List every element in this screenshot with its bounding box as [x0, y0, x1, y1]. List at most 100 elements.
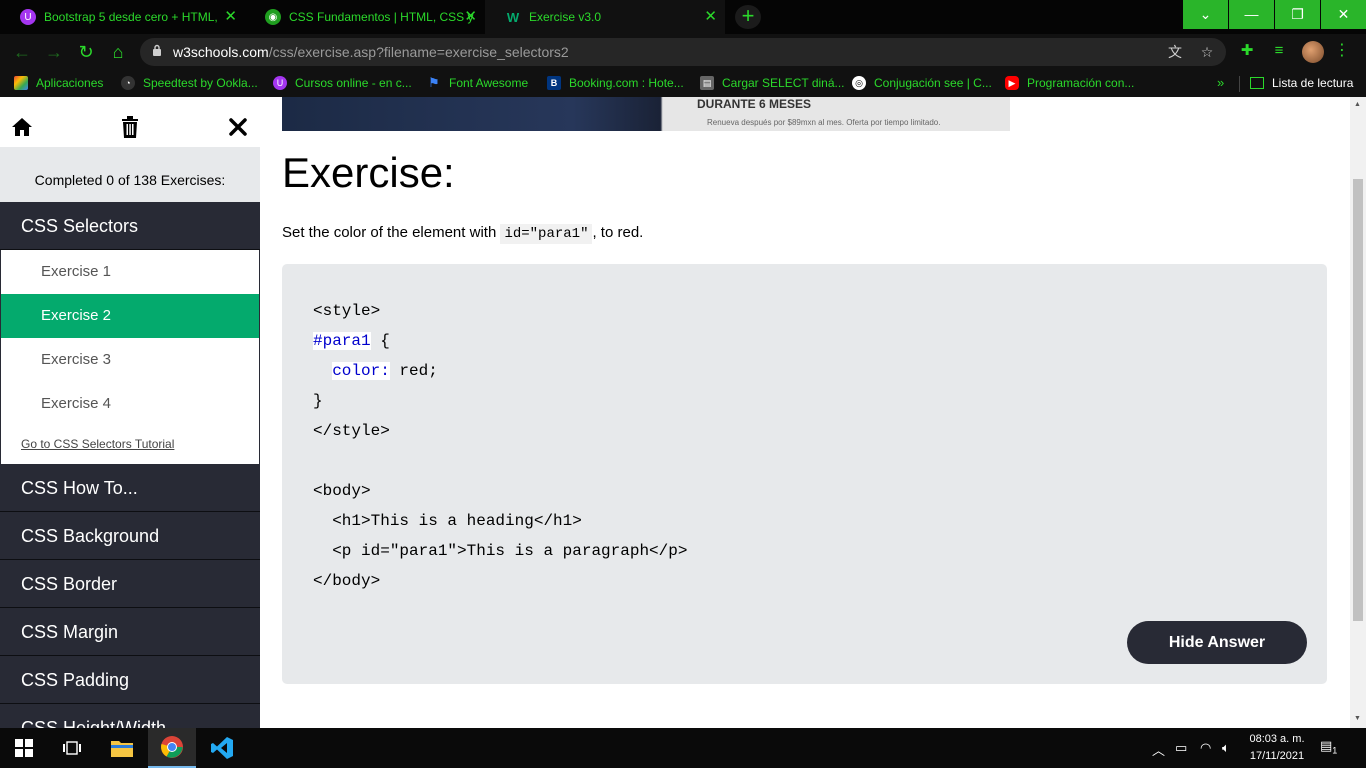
scroll-down-icon[interactable]: ▼ [1354, 715, 1361, 722]
bookmark-label: Booking.com : Hote... [569, 76, 684, 90]
tab-title: Exercise v3.0 [529, 10, 602, 24]
exercise-description: Set the color of the element with id="pa… [282, 224, 644, 244]
bookmark-speedtest[interactable]: ◔ Speedtest by Ookla... [121, 76, 258, 90]
show-hidden-icons-icon[interactable]: ︿ [1152, 740, 1165, 759]
code-line: </body> [313, 572, 381, 590]
minimize-button[interactable]: — [1229, 0, 1274, 29]
address-bar[interactable]: w3schools.com/css/exercise.asp?filename=… [140, 38, 1226, 66]
browser-toolbar: ← → ↻ ⌂ w3schools.com/css/exercise.asp?f… [0, 34, 1366, 70]
sidebar-toolbar [0, 103, 260, 147]
advertisement-banner[interactable]: DURANTE 6 MESES Renueva después por $89m… [282, 97, 1010, 131]
description-text: Set the color of the element with [282, 224, 501, 241]
reading-list-icon [1250, 77, 1264, 89]
bookmarks-overflow-icon[interactable]: » [1217, 75, 1224, 90]
folder-icon [111, 741, 133, 757]
youtube-icon: ▶ [1005, 76, 1019, 90]
browser-menu-icon[interactable]: ⋮ [1334, 40, 1350, 62]
close-tab-icon[interactable]: ✕ [224, 9, 237, 25]
category-css-selectors[interactable]: CSS Selectors [0, 202, 260, 250]
code-line: } [313, 392, 323, 410]
bookmark-label: Speedtest by Ookla... [143, 76, 258, 90]
scrollbar-thumb[interactable] [1353, 179, 1363, 621]
task-view-button[interactable] [48, 728, 96, 768]
hide-answer-button[interactable]: Hide Answer [1127, 621, 1307, 664]
windows-icon [15, 739, 33, 757]
bookmark-label: Conjugación see | C... [874, 76, 992, 90]
windows-taskbar: ︿ ▭ ◠ 🔈︎ 08:03 a. m. 17/11/2021 ▤1 [0, 728, 1366, 768]
chrome-icon [161, 736, 183, 758]
home-icon[interactable]: ⌂ [108, 42, 128, 62]
description-text-end: , to red. [592, 224, 644, 241]
clock-date: 17/11/2021 [1249, 750, 1305, 762]
browser-tab-strip: U Bootstrap 5 desde cero + HTML, ✕ ◉ CSS… [0, 0, 1366, 34]
category-css-margin[interactable]: CSS Margin [0, 608, 260, 656]
close-icon[interactable] [226, 115, 250, 139]
apps-grid-icon [14, 76, 28, 90]
vscode-taskbar-button[interactable] [198, 728, 246, 768]
bookmark-programacion[interactable]: ▶ Programación con... [1005, 76, 1134, 90]
category-css-background[interactable]: CSS Background [0, 512, 260, 560]
bookmark-conjugacion[interactable]: ◎ Conjugación see | C... [852, 76, 992, 90]
close-tab-icon[interactable]: ✕ [704, 9, 717, 25]
chrome-taskbar-button[interactable] [148, 728, 196, 768]
page-scrollbar[interactable]: ▲ ▼ [1350, 97, 1366, 728]
booking-icon: B [547, 76, 561, 90]
tutorial-link[interactable]: Go to CSS Selectors Tutorial [21, 437, 174, 451]
w3schools-icon: W [506, 9, 520, 25]
file-explorer-button[interactable] [98, 728, 146, 768]
exercise-item-4[interactable]: Exercise 4 [1, 382, 259, 426]
tab-exercise[interactable]: W Exercise v3.0 ✕ [485, 0, 725, 34]
notification-count: 1 [1332, 745, 1338, 756]
exercise-main: DURANTE 6 MESES Renueva después por $89m… [260, 97, 1350, 728]
tab-title: Bootstrap 5 desde cero + HTML, [44, 10, 218, 24]
category-css-how-to[interactable]: CSS How To... [0, 464, 260, 512]
answer-selector: #para1 [313, 332, 371, 350]
exercise-sidebar: Completed 0 of 138 Exercises: CSS Select… [0, 103, 260, 728]
exercise-item-2[interactable]: Exercise 2 [1, 294, 259, 338]
reading-list-button[interactable]: Lista de lectura [1250, 76, 1353, 90]
bookmark-cargar-select[interactable]: ▤ Cargar SELECT diná... [700, 76, 845, 90]
task-view-icon [63, 741, 81, 755]
udemy-icon: U [20, 9, 36, 25]
close-tab-icon[interactable]: ✕ [464, 9, 477, 25]
notification-center-icon[interactable]: ▤1 [1320, 738, 1340, 756]
url-text: w3schools.com/css/exercise.asp?filename=… [173, 44, 569, 60]
tab-search-dropdown-icon[interactable]: ⌄ [1183, 0, 1228, 29]
bookmark-cursos[interactable]: U Cursos online - en c... [273, 76, 412, 90]
reload-icon[interactable]: ↻ [76, 42, 96, 62]
restore-button[interactable]: ❐ [1275, 0, 1320, 29]
system-clock[interactable]: 08:03 a. m. 17/11/2021 [1242, 731, 1312, 765]
wifi-icon[interactable]: ◠ [1200, 740, 1211, 756]
close-window-button[interactable]: ✕ [1321, 0, 1366, 29]
new-tab-button[interactable]: + [735, 5, 761, 29]
bookmark-aplicaciones[interactable]: Aplicaciones [14, 76, 103, 90]
extensions-icon[interactable]: ✚ [1237, 41, 1257, 61]
back-icon[interactable]: ← [12, 42, 32, 62]
code-line: <p id="para1">This is a paragraph</p> [313, 542, 688, 560]
exercise-item-1[interactable]: Exercise 1 [1, 250, 259, 294]
bookmarks-bar: Aplicaciones ◔ Speedtest by Ookla... U C… [0, 70, 1366, 97]
category-css-padding[interactable]: CSS Padding [0, 656, 260, 704]
bookmark-booking[interactable]: B Booking.com : Hote... [547, 76, 684, 90]
bookmark-font-awesome[interactable]: ⚑ Font Awesome [427, 75, 529, 90]
exercise-list: Exercise 1 Exercise 2 Exercise 3 Exercis… [1, 250, 259, 464]
tab-css-fundamentos[interactable]: ◉ CSS Fundamentos | HTML, CSS y ✕ [245, 0, 485, 34]
media-control-icon[interactable]: ≡ [1269, 41, 1289, 61]
scroll-up-icon[interactable]: ▲ [1354, 101, 1361, 108]
bookmark-star-icon[interactable]: ☆ [1198, 43, 1216, 61]
category-css-height-width[interactable]: CSS Height/Width [0, 704, 260, 728]
trash-icon[interactable] [118, 115, 142, 139]
exercise-item-3[interactable]: Exercise 3 [1, 338, 259, 382]
volume-icon[interactable]: 🔈︎ [1222, 740, 1230, 756]
battery-icon[interactable]: ▭ [1175, 740, 1187, 756]
forward-icon[interactable]: → [44, 42, 64, 62]
udemy-icon: U [273, 76, 287, 90]
tab-bootstrap[interactable]: U Bootstrap 5 desde cero + HTML, ✕ [0, 0, 245, 34]
category-css-border[interactable]: CSS Border [0, 560, 260, 608]
bookmark-label: Font Awesome [449, 76, 529, 90]
translate-icon[interactable]: 文 [1166, 43, 1184, 61]
start-button[interactable] [0, 728, 48, 768]
description-code: id="para1" [500, 224, 593, 244]
home-icon[interactable] [10, 115, 34, 139]
profile-avatar[interactable] [1302, 41, 1324, 63]
